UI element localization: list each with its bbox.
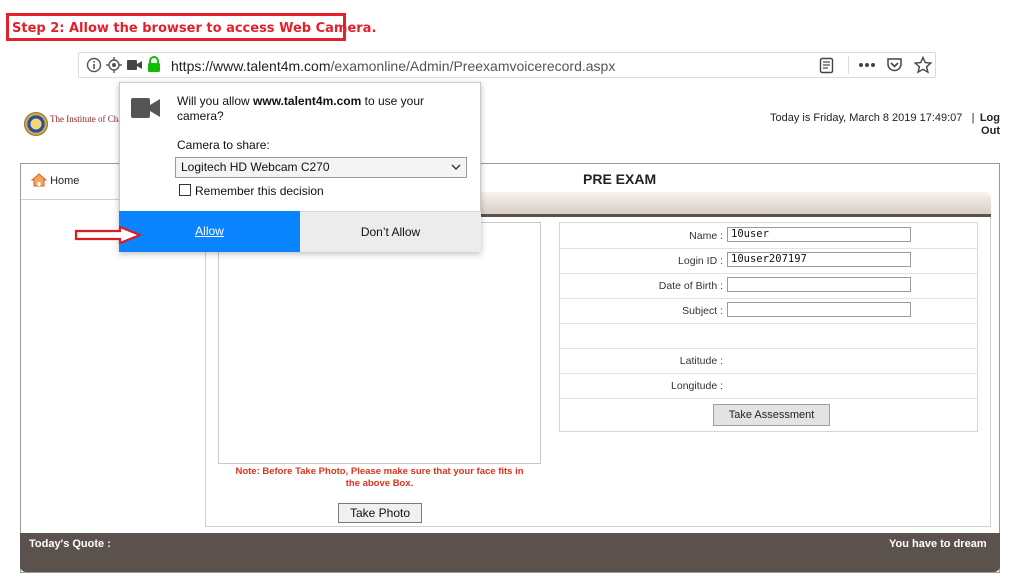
info-icon[interactable] bbox=[86, 57, 102, 73]
reader-view-icon[interactable] bbox=[819, 57, 835, 74]
login-id-field[interactable]: 10user207197 bbox=[727, 252, 911, 267]
popup-camera-icon bbox=[131, 98, 160, 118]
form-row-latitude: Latitude : bbox=[560, 348, 977, 374]
url-domain: https://www.talent4m.com bbox=[171, 58, 331, 74]
camera-select[interactable]: Logitech HD Webcam C270 bbox=[175, 157, 467, 178]
url-bar-divider bbox=[848, 56, 849, 74]
home-label: Home bbox=[50, 175, 80, 187]
header-datetime: Today is Friday, March 8 2019 17:49:07 | bbox=[770, 112, 974, 124]
camera-icon[interactable] bbox=[126, 58, 144, 72]
permission-question: Will you allow www.talent4m.com to use y… bbox=[177, 94, 467, 124]
dont-allow-button[interactable]: Don’t Allow bbox=[300, 211, 481, 252]
nav-home[interactable]: Home bbox=[30, 173, 80, 187]
url-bar[interactable]: https://www.talent4m.com/examonline/Admi… bbox=[78, 52, 936, 78]
lock-icon[interactable] bbox=[147, 56, 161, 73]
subject-label: Subject : bbox=[682, 305, 723, 317]
question-domain: www.talent4m.com bbox=[253, 94, 362, 108]
candidate-form: Name : 10user Login ID : 10user207197 Da… bbox=[559, 222, 978, 432]
url-text[interactable]: https://www.talent4m.com/examonline/Admi… bbox=[171, 58, 615, 74]
name-field[interactable]: 10user bbox=[727, 227, 911, 242]
camera-preview-box bbox=[218, 222, 541, 464]
logout-line1: Log bbox=[979, 112, 1000, 124]
form-row-name: Name : 10user bbox=[560, 223, 977, 249]
name-label: Name : bbox=[689, 230, 723, 242]
bookmark-star-icon[interactable] bbox=[914, 56, 932, 74]
page-title: PRE EXAM bbox=[583, 171, 657, 187]
pocket-icon[interactable] bbox=[886, 56, 903, 73]
photo-note-line1: Note: Before Take Photo, Please make sur… bbox=[235, 466, 524, 477]
dont-allow-label: Don’t Allow bbox=[360, 225, 421, 239]
dob-label: Date of Birth : bbox=[658, 280, 723, 292]
take-assessment-button[interactable]: Take Assessment bbox=[713, 404, 830, 426]
more-icon[interactable] bbox=[858, 62, 876, 68]
chevron-down-icon bbox=[451, 164, 461, 170]
dob-field[interactable] bbox=[727, 277, 911, 292]
form-row-dob: Date of Birth : bbox=[560, 273, 977, 299]
footer-bar bbox=[20, 533, 1000, 572]
annotation-arrow-icon bbox=[74, 226, 142, 244]
title-band bbox=[470, 192, 991, 214]
form-row-longitude: Longitude : bbox=[560, 373, 977, 399]
quote-label: Today's Quote : bbox=[29, 538, 111, 550]
form-row-subject: Subject : bbox=[560, 298, 977, 324]
camera-select-value: Logitech HD Webcam C270 bbox=[181, 160, 330, 174]
step-caption-box: Step 2: Allow the browser to access Web … bbox=[6, 13, 376, 41]
form-row-login: Login ID : 10user207197 bbox=[560, 248, 977, 274]
quote-text: You have to dream bbox=[889, 538, 987, 550]
location-icon[interactable] bbox=[106, 57, 122, 73]
allow-label: Allow bbox=[195, 224, 224, 238]
login-id-label: Login ID : bbox=[678, 255, 723, 267]
latitude-label: Latitude : bbox=[679, 355, 723, 367]
datetime-text: Today is Friday, March 8 2019 17:49:07 bbox=[770, 112, 963, 124]
remember-label: Remember this decision bbox=[195, 184, 324, 198]
camera-share-label: Camera to share: bbox=[177, 138, 270, 152]
photo-note-line2: the above Box. bbox=[345, 478, 414, 489]
institute-logo bbox=[24, 112, 48, 136]
url-path: /examonline/Admin/Preexamvoicerecord.asp… bbox=[330, 58, 616, 74]
logout-line2: Out bbox=[981, 125, 1000, 137]
logout-link[interactable]: Log Out bbox=[972, 112, 1000, 138]
remember-checkbox[interactable] bbox=[179, 184, 191, 196]
photo-note: Note: Before Take Photo, Please make sur… bbox=[218, 466, 541, 490]
allow-button[interactable]: Allow bbox=[119, 211, 300, 252]
form-row-spacer bbox=[560, 323, 977, 349]
subject-field[interactable] bbox=[727, 302, 911, 317]
take-photo-button[interactable]: Take Photo bbox=[338, 503, 422, 523]
question-prefix: Will you allow bbox=[177, 94, 254, 108]
step-caption: Step 2: Allow the browser to access Web … bbox=[12, 21, 377, 36]
home-icon bbox=[30, 173, 48, 187]
longitude-label: Longitude : bbox=[671, 380, 723, 392]
